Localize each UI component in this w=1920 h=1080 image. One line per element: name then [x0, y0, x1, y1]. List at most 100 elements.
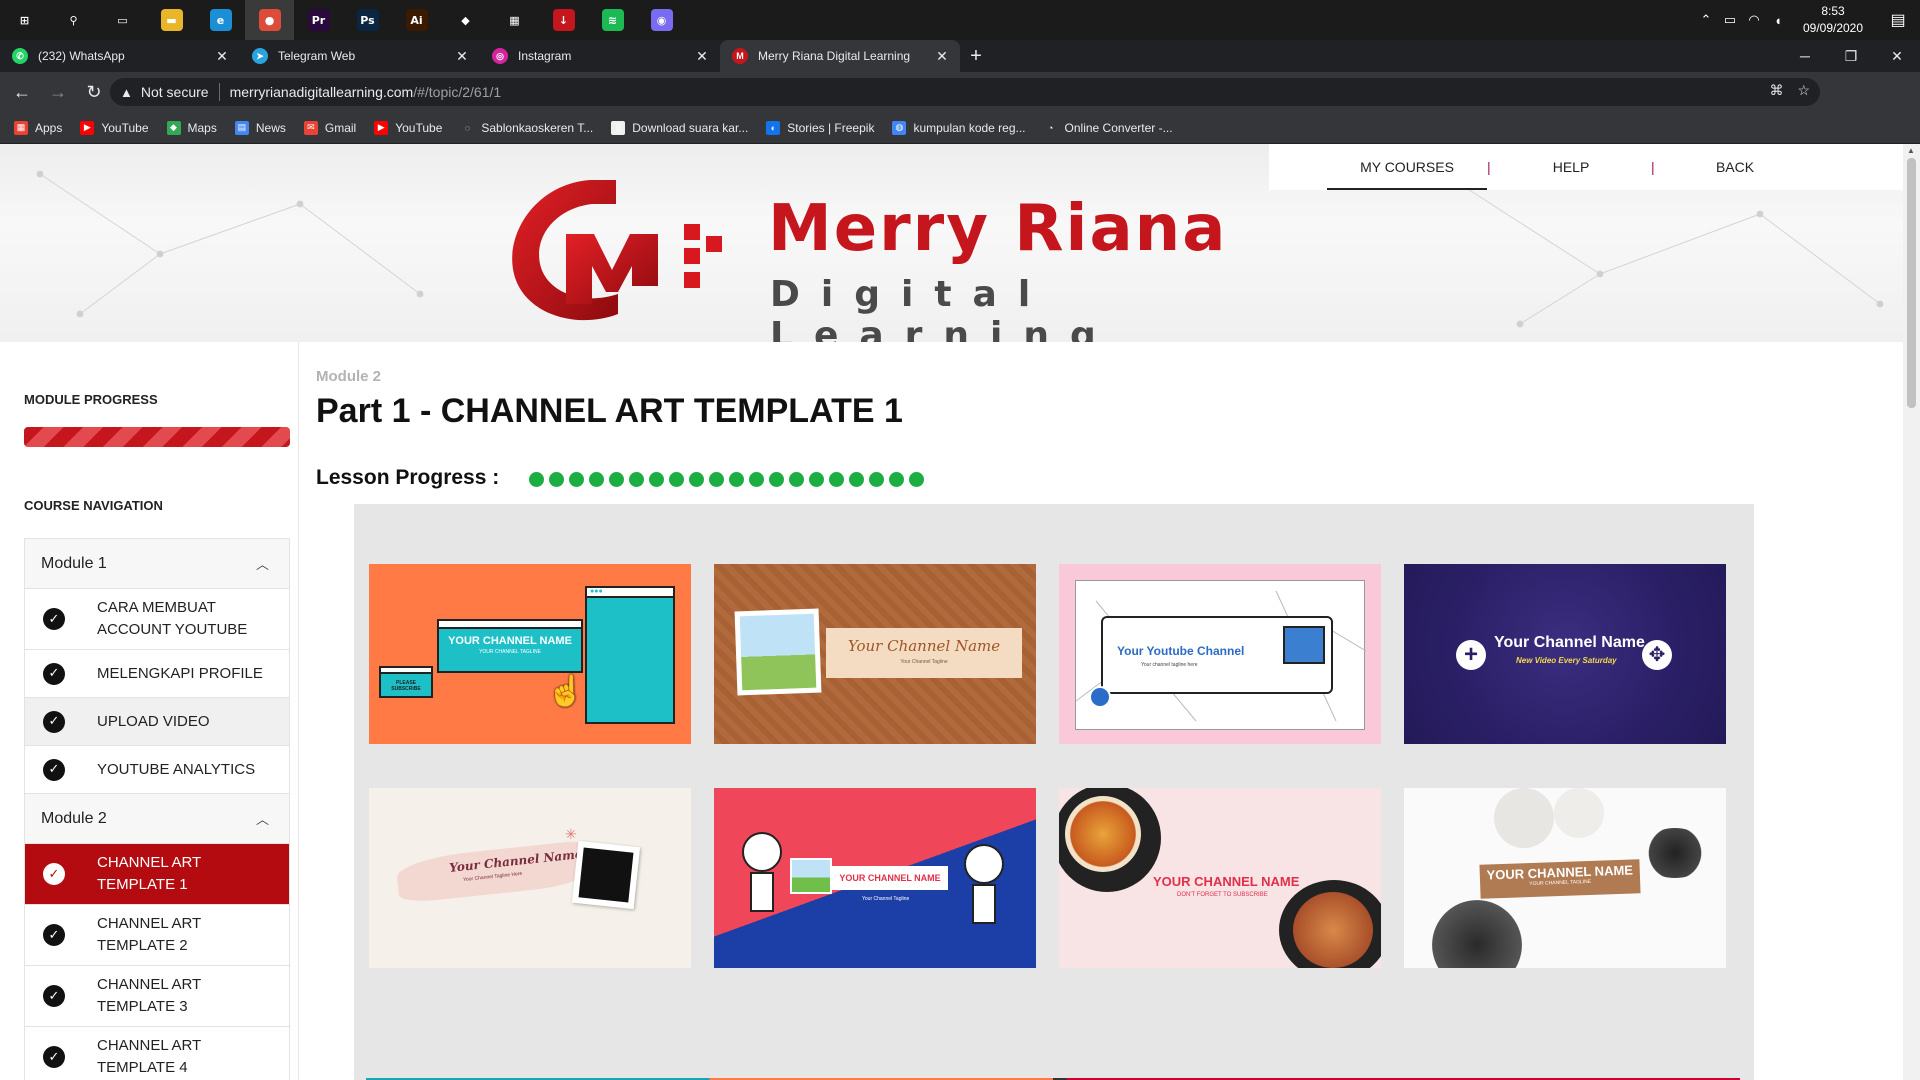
taskbar-premiere-button[interactable]: Pr: [294, 0, 343, 40]
course-nav-item[interactable]: ✓ YOUTUBE ANALYTICS: [25, 746, 289, 794]
bookmark-icon: ▯: [611, 120, 626, 135]
course-nav-item-label: CARA MEMBUAT ACCOUNT YOUTUBE: [97, 599, 248, 638]
completed-check-icon: ✓: [43, 985, 65, 1007]
not-secure-label[interactable]: Not secure: [141, 84, 209, 100]
taskbar-filmora-button[interactable]: ◆: [441, 0, 490, 40]
bookmark-item[interactable]: ✉ Gmail: [303, 120, 356, 135]
course-nav-item[interactable]: ✓ MELENGKAPI PROFILE: [25, 650, 289, 698]
template-thumbnail-6[interactable]: YOUR CHANNEL NAME Your Channel Tagline: [714, 788, 1036, 968]
task-view-icon: ▭: [111, 9, 134, 31]
tab-close-icon[interactable]: ✕: [934, 48, 950, 65]
help-link[interactable]: HELP: [1491, 144, 1651, 190]
my-courses-link[interactable]: MY COURSES: [1327, 144, 1487, 190]
progress-dot: [609, 472, 624, 487]
tab-close-icon[interactable]: ✕: [454, 48, 470, 65]
restore-icon[interactable]: ❐: [1828, 40, 1874, 72]
clock[interactable]: 8:53 09/09/2020: [1790, 3, 1876, 37]
bookmark-icon: ▶: [374, 120, 389, 135]
template3-name: Your Youtube Channel: [1117, 644, 1245, 658]
warning-icon[interactable]: ▲: [120, 85, 133, 100]
taskbar-game-button[interactable]: ◉: [637, 0, 686, 40]
template-thumbnail-2[interactable]: Your Channel Name Your Channel Tagline: [714, 564, 1036, 744]
taskbar-edge-button[interactable]: e: [196, 0, 245, 40]
tab-close-icon[interactable]: ✕: [214, 48, 230, 65]
polaroid-photo: [734, 608, 822, 696]
bookmark-star-icon[interactable]: ☆: [1797, 82, 1810, 99]
taskbar-photoshop-button[interactable]: Ps: [343, 0, 392, 40]
bookmark-item[interactable]: ▶ YouTube: [374, 120, 442, 135]
forward-arrow-icon[interactable]: →: [44, 78, 72, 106]
clock-date: 09/09/2020: [1802, 21, 1864, 35]
browser-tab[interactable]: ◎ Instagram ✕: [480, 40, 720, 72]
course-nav-item[interactable]: ✓ CHANNEL ART TEMPLATE 4: [25, 1027, 289, 1080]
bookmark-item[interactable]: ▶ YouTube: [80, 120, 149, 135]
course-nav-item-label: MELENGKAPI PROFILE: [97, 664, 263, 682]
course-nav-item[interactable]: ✓ CHANNEL ART TEMPLATE 3: [25, 966, 289, 1027]
taskbar-file-explorer-button[interactable]: ▬: [147, 0, 196, 40]
course-nav-item[interactable]: ✓ CHANNEL ART TEMPLATE 2: [25, 905, 289, 966]
course-nav-item[interactable]: ✓ CHANNEL ART TEMPLATE 1: [25, 844, 289, 905]
bookmark-item[interactable]: ◍ kumpulan kode reg...: [892, 120, 1026, 135]
browser-tab[interactable]: M Merry Riana Digital Learning ✕: [720, 40, 960, 72]
wifi-icon[interactable]: ◠: [1742, 12, 1766, 28]
scrollbar-thumb[interactable]: [1907, 158, 1916, 408]
bookmark-item[interactable]: ◐ Stories | Freepik: [766, 120, 874, 135]
notification-icon[interactable]: ▤: [1876, 10, 1920, 30]
browser-tab[interactable]: ✆ (232) WhatsApp ✕: [0, 40, 240, 72]
premiere-icon: Pr: [307, 9, 330, 31]
taskbar-spotify-button[interactable]: ≋: [588, 0, 637, 40]
browser-tab[interactable]: ➤ Telegram Web ✕: [240, 40, 480, 72]
food-bowl-top: [1059, 788, 1161, 892]
progress-dot: [649, 472, 664, 487]
translate-icon[interactable]: ⌘: [1769, 82, 1783, 99]
taskbar-illustrator-button[interactable]: Ai: [392, 0, 441, 40]
completed-check-icon: ✓: [43, 924, 65, 946]
photoshop-icon: Ps: [356, 9, 379, 31]
brand-logo[interactable]: Merry Riana Digital Learning: [506, 174, 1366, 342]
course-nav-item[interactable]: ✓ CARA MEMBUAT ACCOUNT YOUTUBE: [25, 589, 289, 650]
tab-close-icon[interactable]: ✕: [694, 48, 710, 65]
clapper-icon: ▦: [503, 9, 526, 31]
lesson-progress-dots: [529, 472, 924, 487]
module-accordion-header[interactable]: Module 1 ︿: [25, 539, 289, 589]
filmora-icon: ◆: [454, 9, 477, 31]
course-nav-item[interactable]: ✓ UPLOAD VIDEO: [25, 698, 289, 746]
bookmark-item[interactable]: ▯ Download suara kar...: [611, 120, 748, 135]
bookmark-label: Maps: [187, 120, 217, 135]
bookmark-item[interactable]: ▦ Apps: [14, 120, 62, 135]
module-accordion-header[interactable]: Module 2 ︿: [25, 794, 289, 844]
character-left-head: [742, 832, 782, 872]
minimize-icon[interactable]: ─: [1782, 40, 1828, 72]
taskbar-search-button[interactable]: ⚲: [49, 0, 98, 40]
volume-icon[interactable]: ◖: [1766, 13, 1790, 28]
bookmark-item[interactable]: ▤ News: [234, 120, 286, 135]
course-nav-item-label: CHANNEL ART TEMPLATE 2: [97, 915, 201, 954]
template-thumbnail-4[interactable]: + Your Channel Name New Video Every Satu…: [1404, 564, 1726, 744]
bookmark-item[interactable]: ◔ Online Converter -...: [1043, 120, 1173, 135]
template-thumbnail-5[interactable]: Your Channel Name Your Channel Tagline H…: [369, 788, 691, 968]
taskbar-clapper-button[interactable]: ▦: [490, 0, 539, 40]
bookmark-item[interactable]: ◌ Sablonkaoskeren T...: [460, 120, 594, 135]
scroll-up-arrow-icon[interactable]: ▲: [1907, 146, 1915, 155]
back-link[interactable]: BACK: [1655, 144, 1815, 190]
new-tab-button[interactable]: +: [960, 40, 992, 72]
battery-icon[interactable]: ▭: [1718, 12, 1742, 28]
close-window-icon[interactable]: ✕: [1874, 40, 1920, 72]
completed-check-icon: ✓: [43, 1046, 65, 1068]
taskbar-downloader-button[interactable]: ↓: [539, 0, 588, 40]
template-thumbnail-7[interactable]: YOUR CHANNEL NAME DON'T FORGET TO SUBSCR…: [1059, 788, 1381, 968]
template-thumbnail-3[interactable]: Your Youtube Channel Your channel taglin…: [1059, 564, 1381, 744]
taskbar-task-view-button[interactable]: ▭: [98, 0, 147, 40]
page-scrollbar[interactable]: ▲: [1903, 144, 1920, 1080]
reload-icon[interactable]: ↻: [80, 78, 108, 106]
taskbar-windows-start-button[interactable]: ⊞: [0, 0, 49, 40]
address-bar[interactable]: ▲ Not secure merryrianadigitallearning.c…: [110, 78, 1820, 106]
template-thumbnail-1[interactable]: ●●● YOUR CHANNEL NAME YOUR CHANNEL TAGLI…: [369, 564, 691, 744]
bookmark-label: Sablonkaoskeren T...: [481, 120, 594, 135]
bookmark-item[interactable]: ◆ Maps: [166, 120, 217, 135]
taskbar-chrome-button[interactable]: ●: [245, 0, 294, 40]
template-thumbnail-8[interactable]: YOUR CHANNEL NAME YOUR CHANNEL TAGLINE: [1404, 788, 1726, 968]
chevron-up-icon[interactable]: ⌃: [1694, 12, 1718, 28]
back-arrow-icon[interactable]: ←: [8, 78, 36, 106]
food-bowl-bottom: [1279, 880, 1381, 968]
